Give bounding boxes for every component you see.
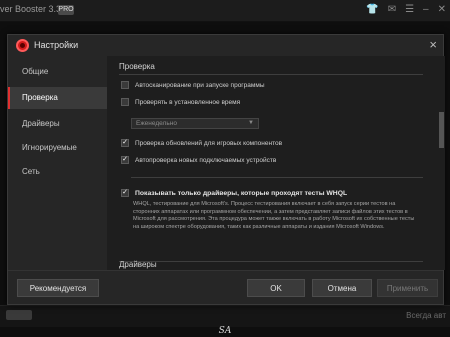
menu-icon[interactable]: ☰ (405, 4, 414, 15)
sidebar-item-drivers[interactable]: Драйверы (8, 113, 107, 135)
checkbox-checked[interactable]: ✓ (121, 156, 129, 164)
shirt-icon[interactable]: 👕 (366, 4, 378, 15)
dialog-footer: Рекомендуется OK Отмена Применить (8, 270, 443, 304)
recommended-button[interactable]: Рекомендуется (17, 279, 99, 297)
background-bottom-button[interactable] (6, 310, 32, 320)
settings-sidebar: Общие Проверка Драйверы Игнорируемые Сет… (8, 56, 107, 270)
background-app-titlebar: ver Booster 3.3 PRO 👕 ✉ ☰ – ✕ (0, 0, 450, 22)
close-icon[interactable]: ✕ (438, 4, 446, 15)
section-divider (119, 74, 423, 75)
dialog-close-button[interactable]: × (429, 37, 437, 53)
dialog-header: Настройки × (8, 35, 443, 56)
option-label: Проверять в установленное время (135, 98, 241, 106)
option-game-components[interactable]: ✓ Проверка обновлений для игровых компон… (121, 139, 282, 147)
watermark: SA (218, 326, 232, 336)
whql-description: WHQL, тестирование для Microsoft's. Проц… (133, 201, 415, 230)
chevron-down-icon: ▼ (248, 120, 254, 126)
background-auto-text: Всегда авт (406, 311, 446, 320)
option-divider (131, 177, 423, 178)
option-label: Автопроверка новых подключаемых устройст… (135, 156, 277, 164)
background-app-bottom-bar (0, 305, 450, 327)
dialog-title: Настройки (34, 40, 79, 50)
pro-badge: PRO (58, 5, 74, 15)
section-title-check: Проверка (119, 62, 155, 71)
settings-content: Проверка Автосканирование при запуске пр… (107, 56, 445, 270)
sidebar-item-network[interactable]: Сеть (8, 161, 107, 183)
option-autoscan-startup[interactable]: Автосканирование при запуске программы (121, 81, 265, 89)
sidebar-item-general[interactable]: Общие (8, 61, 107, 83)
section-title-drivers: Драйверы (119, 260, 157, 269)
checkbox-checked[interactable]: ✓ (121, 189, 129, 197)
ok-button[interactable]: OK (247, 279, 305, 297)
background-app-title: ver Booster 3.3 (0, 4, 62, 14)
section-divider (119, 261, 423, 262)
settings-dialog: Настройки × Общие Проверка Драйверы Игно… (7, 34, 445, 305)
checkbox[interactable] (121, 98, 129, 106)
schedule-frequency-select[interactable]: Еженедельно ▼ (131, 118, 259, 129)
sidebar-item-ignored[interactable]: Игнорируемые (8, 137, 107, 159)
checkbox[interactable] (121, 81, 129, 89)
background-window-controls: 👕 ✉ ☰ – ✕ (366, 4, 446, 15)
option-new-devices[interactable]: ✓ Автопроверка новых подключаемых устрой… (121, 156, 276, 164)
option-label: Показывать только драйверы, которые прох… (135, 189, 348, 197)
cancel-button[interactable]: Отмена (312, 279, 372, 297)
checkbox-checked[interactable]: ✓ (121, 139, 129, 147)
minimize-icon[interactable]: – (423, 4, 429, 15)
apply-button[interactable]: Применить (377, 279, 438, 297)
select-value: Еженедельно (136, 120, 177, 127)
option-scheduled-check[interactable]: Проверять в установленное время (121, 98, 240, 106)
content-scrollbar[interactable] (439, 112, 444, 148)
chat-icon[interactable]: ✉ (388, 4, 396, 15)
app-logo-icon (16, 39, 29, 52)
option-whql-only[interactable]: ✓ Показывать только драйверы, которые пр… (121, 189, 347, 197)
option-label: Проверка обновлений для игровых компонен… (135, 139, 283, 147)
sidebar-item-check[interactable]: Проверка (8, 87, 107, 109)
option-label: Автосканирование при запуске программы (135, 81, 265, 89)
